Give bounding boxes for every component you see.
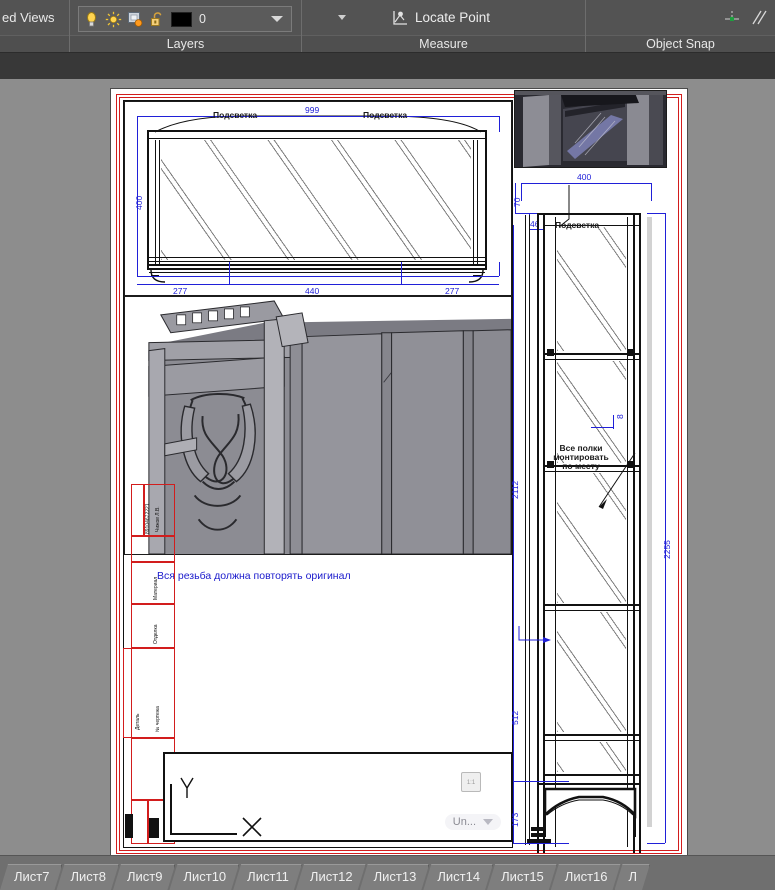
cad-application-window: ed Views 0 Layers Locate Point Measure O…: [0, 0, 775, 890]
titleblock-text-detail: Деталь: [135, 713, 141, 730]
layout-tab-3[interactable]: Лист9: [113, 864, 175, 890]
chevron-down-icon[interactable]: [271, 16, 283, 22]
dim-segment-right: 277: [445, 286, 460, 296]
named-views-panel-title: [0, 35, 69, 52]
titleblock-text-material: Материал: [153, 576, 159, 600]
viewport-front-elevation[interactable]: 999 400 277 440 277 Подсветка Подсветка: [124, 101, 512, 296]
layer-color-swatch[interactable]: [171, 11, 192, 27]
ribbon-panel-layers[interactable]: 0 Layers: [70, 0, 302, 52]
ribbon-panel-object-snap[interactable]: Object Snap: [586, 0, 775, 52]
locate-point-button[interactable]: Locate Point: [391, 9, 490, 26]
layout-tab-11[interactable]: Л: [615, 864, 651, 890]
layout-tab-6[interactable]: Лист12: [296, 864, 366, 890]
snap-parallel-icon[interactable]: [750, 9, 767, 26]
locate-point-icon: [391, 9, 408, 26]
note-backlight-right: Подсветка: [363, 110, 408, 120]
dim-depth: 400: [577, 172, 592, 182]
unlock-icon[interactable]: [149, 11, 166, 28]
layout-tab-9[interactable]: Лист15: [487, 864, 557, 890]
dim-body-height: 2112: [510, 480, 520, 499]
dim-segment-center: 440: [305, 286, 320, 296]
layout-tab-5[interactable]: Лист11: [233, 864, 302, 890]
dim-top-offset: 70: [512, 197, 522, 207]
titleblock-cell-detail: [123, 648, 175, 738]
layout-tab-7[interactable]: Лист13: [360, 864, 430, 890]
titleblock-marker-left: [125, 814, 133, 838]
measure-flyout-chevron-icon[interactable]: [338, 15, 346, 20]
viewport-3d-shaded-model[interactable]: [124, 296, 512, 555]
dim-total-height: 2255: [662, 540, 672, 559]
shaded-cabinet-render: [125, 297, 511, 554]
ribbon-panel-named-views[interactable]: ed Views: [0, 0, 70, 52]
annotation-box[interactable]: 1:1 Un...: [163, 752, 513, 842]
dim-lower-section: 512: [510, 710, 520, 725]
viewport-3d-detail-render[interactable]: [514, 90, 667, 168]
layout-tab-4[interactable]: Лист10: [169, 864, 239, 890]
lightbulb-on-icon[interactable]: [83, 11, 100, 28]
layout-tab-10[interactable]: Лист16: [551, 864, 621, 890]
dim-front-height: 400: [134, 195, 144, 210]
layer-selector-combobox[interactable]: 0: [78, 6, 292, 32]
titleblock-cell-blank: [131, 536, 175, 562]
units-dropdown-label: Un...: [452, 816, 476, 828]
titleblock-text-finish: Отделка: [153, 624, 159, 644]
dim-base-height: 173: [510, 812, 520, 827]
scale-badge-button[interactable]: 1:1: [461, 772, 481, 792]
ribbon-panel-measure[interactable]: Locate Point Measure: [302, 0, 586, 52]
titleblock-text-drawing-no: № чертежа: [155, 706, 161, 732]
layout-tab-1[interactable]: Лист7: [0, 864, 62, 890]
current-layer-name: 0: [199, 12, 206, 26]
measure-panel-title: Measure: [302, 35, 585, 52]
ribbon-toolbar: ed Views 0 Layers Locate Point Measure O…: [0, 0, 775, 52]
note-carving-must-match-original: Вся резьба должна повторять оригинал: [157, 570, 351, 582]
units-dropdown[interactable]: Un...: [444, 814, 501, 830]
snap-insertion-point-icon[interactable]: [723, 9, 740, 26]
object-snap-panel-title: Object Snap: [586, 35, 775, 52]
ribbon-lower-strip: [0, 52, 775, 79]
titleblock-cell-contact: [131, 484, 175, 536]
layout-tab-bar[interactable]: Лист7 Лист8 Лист9 Лист10 Лист11 Лист12 Л…: [0, 855, 775, 890]
dim-segment-left: 277: [173, 286, 188, 296]
locate-point-label: Locate Point: [415, 10, 491, 25]
layers-panel-title: Layers: [70, 35, 301, 52]
side-elevation-section[interactable]: 400 70 46 8 2112 2255 512 173 Подсветка …: [507, 169, 683, 853]
sun-icon[interactable]: [105, 11, 122, 28]
layout-tab-8[interactable]: Лист14: [423, 864, 493, 890]
dim-overall-width: 999: [305, 105, 320, 115]
paper-sheet[interactable]: 999 400 277 440 277 Подсветка Подсветка: [110, 88, 688, 855]
shaded-detail-render: [515, 91, 666, 167]
layout-tab-2[interactable]: Лист8: [56, 864, 118, 890]
chevron-down-icon[interactable]: [483, 819, 493, 825]
titleblock-text-phone: 89104672221: [145, 503, 151, 534]
titleblock-marker-mid: [149, 818, 159, 838]
titleblock-text-name: Чижов Л.В.: [155, 506, 161, 532]
freeze-thaw-icon[interactable]: [127, 11, 144, 28]
dim-glass-thickness: 8: [615, 414, 625, 419]
drawing-canvas[interactable]: 999 400 277 440 277 Подсветка Подсветка: [0, 79, 775, 855]
note-backlight-left: Подсветка: [213, 110, 258, 120]
named-views-label: ed Views: [2, 10, 55, 25]
